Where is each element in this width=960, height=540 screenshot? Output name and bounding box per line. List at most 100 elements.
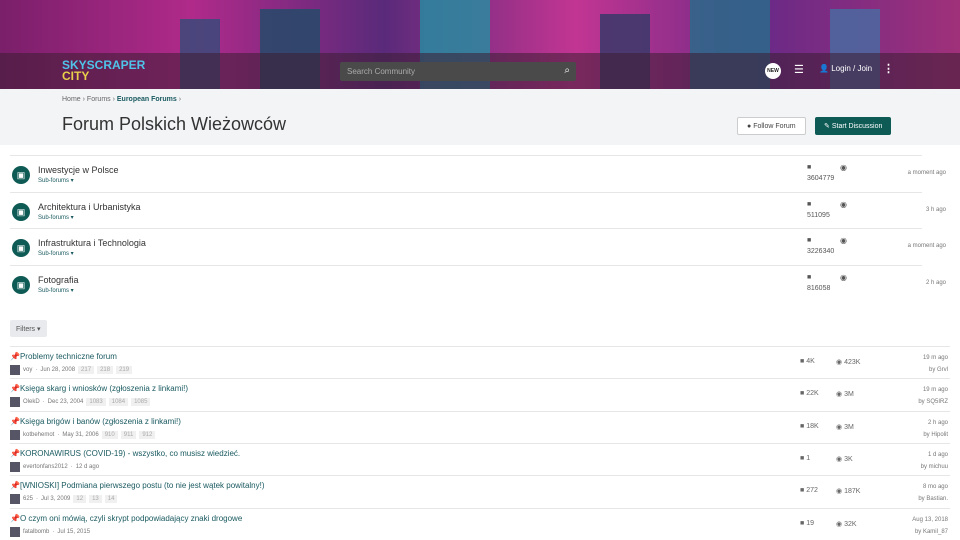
search-input[interactable]: Search Community ⌕ xyxy=(340,62,576,81)
subforums-dropdown[interactable]: Sub-forums ▾ xyxy=(38,214,74,221)
pencil-icon: ✎ xyxy=(824,123,830,130)
comment-icon: ■ xyxy=(800,390,805,398)
comment-icon: ■ xyxy=(800,422,805,430)
thread-title[interactable]: Problemy techniczne forum xyxy=(20,352,117,361)
filters-button[interactable]: Filters ▾ xyxy=(10,320,47,337)
eye-icon: ◉ xyxy=(840,199,847,209)
page-link[interactable]: 12 xyxy=(73,495,87,504)
site-logo[interactable]: SKYSCRAPER CITY xyxy=(62,59,145,82)
reply-count: 272 xyxy=(806,487,818,495)
forum-icon: ▣ xyxy=(12,166,30,184)
page-link[interactable]: 911 xyxy=(120,430,137,439)
login-button[interactable]: 👤 Login / Join xyxy=(819,64,872,73)
last-post-author[interactable]: by SQ5IRZ xyxy=(918,396,948,408)
subforums-label: Sub-forums xyxy=(38,214,70,221)
thread-title[interactable]: [WNIOSKI] Podmiana pierwszego postu (to … xyxy=(20,481,265,490)
page-link[interactable]: 219 xyxy=(116,366,133,374)
thread-date: Jun 28, 2008 xyxy=(40,367,76,373)
breadcrumb-forums[interactable]: Forums xyxy=(87,96,111,103)
thread-row[interactable]: 📌KORONAWIRUS (COVID-19) - wszystko, co m… xyxy=(10,442,950,475)
page-link[interactable]: 1085 xyxy=(131,398,151,407)
subforum-title[interactable]: Infrastruktura i Technologia xyxy=(38,238,146,248)
page-link[interactable]: 218 xyxy=(97,366,114,374)
subforums-label: Sub-forums xyxy=(38,178,70,184)
thread-row[interactable]: 📌Księga skarg i wniosków (zgłoszenia z l… xyxy=(10,378,950,410)
subforum-title[interactable]: Fotografia xyxy=(38,275,79,285)
thread-author[interactable]: kotbehemot xyxy=(23,432,54,438)
eye-icon: ◉ xyxy=(836,488,843,496)
last-post-author[interactable]: by Hipolit xyxy=(923,429,948,441)
post-count: 3604779 xyxy=(807,175,835,182)
thread-author[interactable]: 625 xyxy=(23,496,33,502)
avatar[interactable] xyxy=(10,526,20,537)
post-count: 3226340 xyxy=(807,248,835,255)
avatar[interactable] xyxy=(10,365,20,375)
avatar[interactable] xyxy=(10,461,20,472)
subforum-row[interactable]: ▣ Fotografia Sub-forums ▾ ■ ◉ 816058 2 h… xyxy=(10,264,946,301)
thread-row[interactable]: 📌[WNIOSKI] Podmiana pierwszego postu (to… xyxy=(10,475,950,507)
thread-date: Jul 3, 2009 xyxy=(41,496,71,503)
breadcrumb-home[interactable]: Home xyxy=(62,96,81,103)
thread-row[interactable]: 📌O czym oni mówią, czyli skrypt podpowia… xyxy=(10,507,950,540)
thread-title[interactable]: O czym oni mówią, czyli skrypt podpowiad… xyxy=(20,514,242,523)
forum-icon: ▣ xyxy=(12,275,30,294)
thread-author[interactable]: OlekD xyxy=(23,399,40,405)
page-link[interactable]: 1084 xyxy=(108,398,129,407)
comment-icon: ■ xyxy=(807,164,812,171)
plus-icon: ● xyxy=(747,123,752,130)
new-button[interactable]: NEW xyxy=(765,63,781,79)
avatar[interactable] xyxy=(10,397,20,408)
last-post-author[interactable]: by Grvl xyxy=(923,364,948,376)
pin-icon: 📌 xyxy=(10,384,20,394)
page-link[interactable]: 1083 xyxy=(86,398,106,407)
reply-count: 19 xyxy=(806,519,814,527)
subforums-label: Sub-forums xyxy=(38,287,70,294)
subforum-title[interactable]: Inwestycje w Polsce xyxy=(38,165,119,175)
subforums-dropdown[interactable]: Sub-forums ▾ xyxy=(38,287,74,294)
pin-icon: 📌 xyxy=(10,513,20,523)
last-activity: a moment ago xyxy=(907,243,946,249)
more-menu-icon[interactable]: ⋮ xyxy=(883,62,894,75)
search-placeholder: Search Community xyxy=(347,67,416,76)
thread-author[interactable]: evertonfans2012 xyxy=(23,464,68,470)
subforums-dropdown[interactable]: Sub-forums ▾ xyxy=(38,177,74,184)
forum-icon: ▣ xyxy=(12,202,30,221)
page-link[interactable]: 217 xyxy=(78,366,95,374)
reply-count: 4K xyxy=(806,358,815,365)
subforum-row[interactable]: ▣ Architektura i Urbanistyka Sub-forums … xyxy=(10,191,946,228)
breadcrumb-european-forums[interactable]: European Forums xyxy=(117,96,177,103)
eye-icon: ◉ xyxy=(836,520,843,528)
pin-icon: 📌 xyxy=(10,481,20,491)
pin-icon: 📌 xyxy=(10,352,20,361)
last-post-author[interactable]: by Kamil_87 xyxy=(912,526,948,538)
thread-row[interactable]: 📌Księga brigów i banów (zgłoszenia z lin… xyxy=(10,410,950,443)
thread-author[interactable]: voy xyxy=(23,367,32,373)
thread-title[interactable]: Księga skarg i wniosków (zgłoszenia z li… xyxy=(20,384,188,393)
page-link[interactable]: 13 xyxy=(89,495,102,504)
last-post-time: Aug 13, 2018 xyxy=(912,516,948,523)
last-post-author[interactable]: by Bastian. xyxy=(918,493,948,505)
comment-icon: ■ xyxy=(800,454,805,462)
thread-row[interactable]: 📌Problemy techniczne forum voy · Jun 28, 2… xyxy=(10,346,950,378)
page-link[interactable]: 910 xyxy=(101,430,118,439)
eye-icon: ◉ xyxy=(840,236,847,245)
list-icon[interactable]: ☰ xyxy=(794,63,804,76)
subforums-dropdown[interactable]: Sub-forums ▾ xyxy=(38,250,74,257)
avatar[interactable] xyxy=(10,429,20,440)
view-count: 187K xyxy=(844,488,861,496)
start-discussion-button[interactable]: ✎ Start Discussion xyxy=(815,117,892,135)
follow-forum-button[interactable]: ● Follow Forum xyxy=(737,117,806,135)
thread-title[interactable]: Księga brigów i banów (zgłoszenia z link… xyxy=(20,417,181,426)
avatar[interactable] xyxy=(10,494,20,505)
reply-count: 22K xyxy=(806,390,819,398)
search-icon[interactable]: ⌕ xyxy=(564,65,570,76)
page-link[interactable]: 14 xyxy=(104,495,118,504)
page-link[interactable]: 912 xyxy=(139,430,156,439)
subforum-title[interactable]: Architektura i Urbanistyka xyxy=(38,202,141,212)
subforum-row[interactable]: ▣ Infrastruktura i Technologia Sub-forum… xyxy=(10,228,946,264)
last-post-time: 19 m ago xyxy=(922,355,948,361)
thread-author[interactable]: fatalbomb xyxy=(23,529,49,535)
subforum-row[interactable]: ▣ Inwestycje w Polsce Sub-forums ▾ ■ ◉ 3… xyxy=(10,155,946,191)
thread-title[interactable]: KORONAWIRUS (COVID-19) - wszystko, co mu… xyxy=(20,449,240,458)
last-post-author[interactable]: by michuu xyxy=(921,461,948,473)
